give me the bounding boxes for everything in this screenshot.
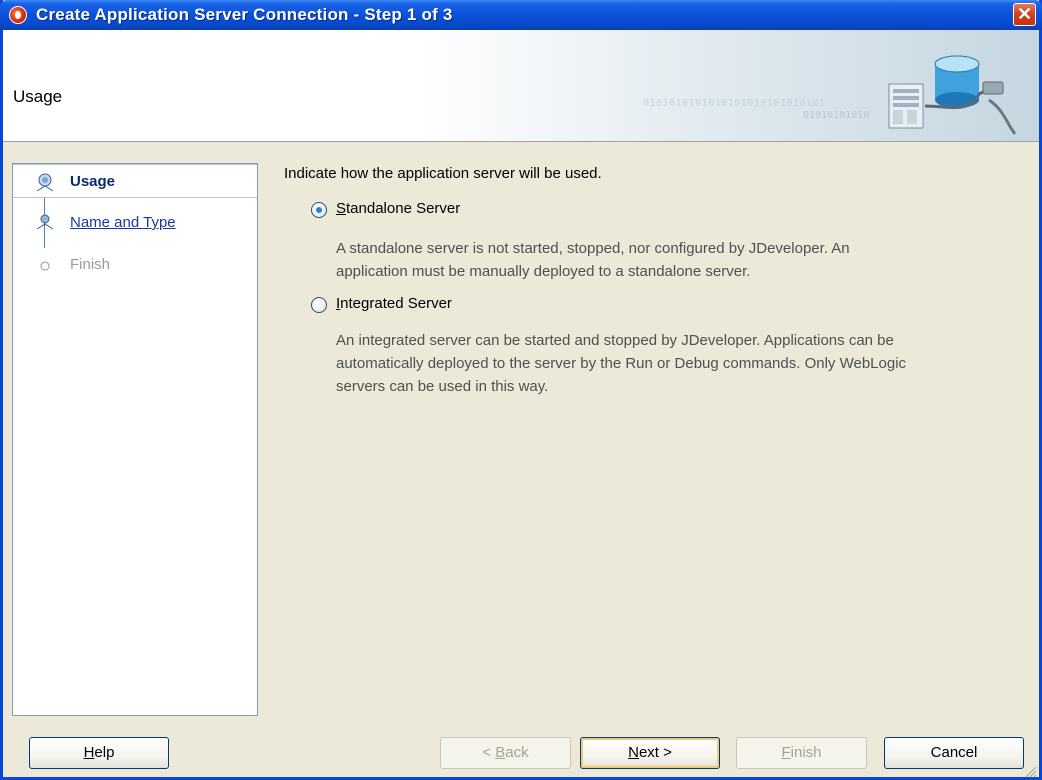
step-label-name-and-type[interactable]: Name and Type bbox=[70, 214, 176, 231]
close-icon: ✕ bbox=[1016, 4, 1033, 24]
back-button: < Back bbox=[440, 737, 571, 769]
button-bar: Help < Back Next > Finish Cancel bbox=[3, 727, 1039, 780]
close-button[interactable]: ✕ bbox=[1013, 3, 1036, 26]
page-title: Usage bbox=[13, 87, 63, 106]
oracle-app-icon bbox=[9, 6, 27, 24]
step-label-finish: Finish bbox=[70, 256, 111, 273]
dialog-window: Create Application Server Connection - S… bbox=[0, 0, 1042, 780]
standalone-server-radio[interactable] bbox=[311, 202, 327, 218]
integrated-server-description: An integrated server can be started and … bbox=[336, 332, 907, 395]
step-usage[interactable]: Usage bbox=[13, 164, 257, 198]
step-pending-icon bbox=[36, 214, 54, 230]
window-title: Create Application Server Connection - S… bbox=[36, 5, 453, 24]
standalone-server-description: A standalone server is not started, stop… bbox=[336, 240, 850, 280]
step-finish: Finish bbox=[13, 248, 257, 282]
step-empty-icon bbox=[40, 261, 50, 271]
finish-button: Finish bbox=[736, 737, 867, 769]
integrated-server-radio[interactable] bbox=[311, 297, 327, 313]
header-banner: Usage 0101010101010101010101010101 01010… bbox=[3, 30, 1039, 142]
step-current-icon bbox=[36, 173, 54, 192]
step-label-usage: Usage bbox=[70, 173, 116, 190]
banner-binary-text: 0101010101010101010101010101 bbox=[643, 98, 826, 109]
next-button[interactable]: Next > bbox=[580, 737, 720, 769]
banner-binary-text-2: 01010101010 bbox=[803, 110, 870, 121]
title-bar[interactable]: Create Application Server Connection - S… bbox=[0, 0, 1042, 30]
resize-grip-icon[interactable] bbox=[1023, 764, 1037, 778]
help-button[interactable]: Help bbox=[29, 737, 169, 769]
standalone-server-label[interactable]: Standalone Server bbox=[336, 200, 460, 217]
integrated-server-label[interactable]: Integrated Server bbox=[336, 295, 452, 312]
usage-prompt: Indicate how the application server will… bbox=[284, 165, 602, 182]
cancel-button[interactable]: Cancel bbox=[884, 737, 1024, 769]
server-connection-icon bbox=[888, 55, 1017, 135]
wizard-steps-panel: Usage Name and Type Finish bbox=[12, 163, 258, 716]
step-name-and-type[interactable]: Name and Type bbox=[13, 206, 257, 240]
